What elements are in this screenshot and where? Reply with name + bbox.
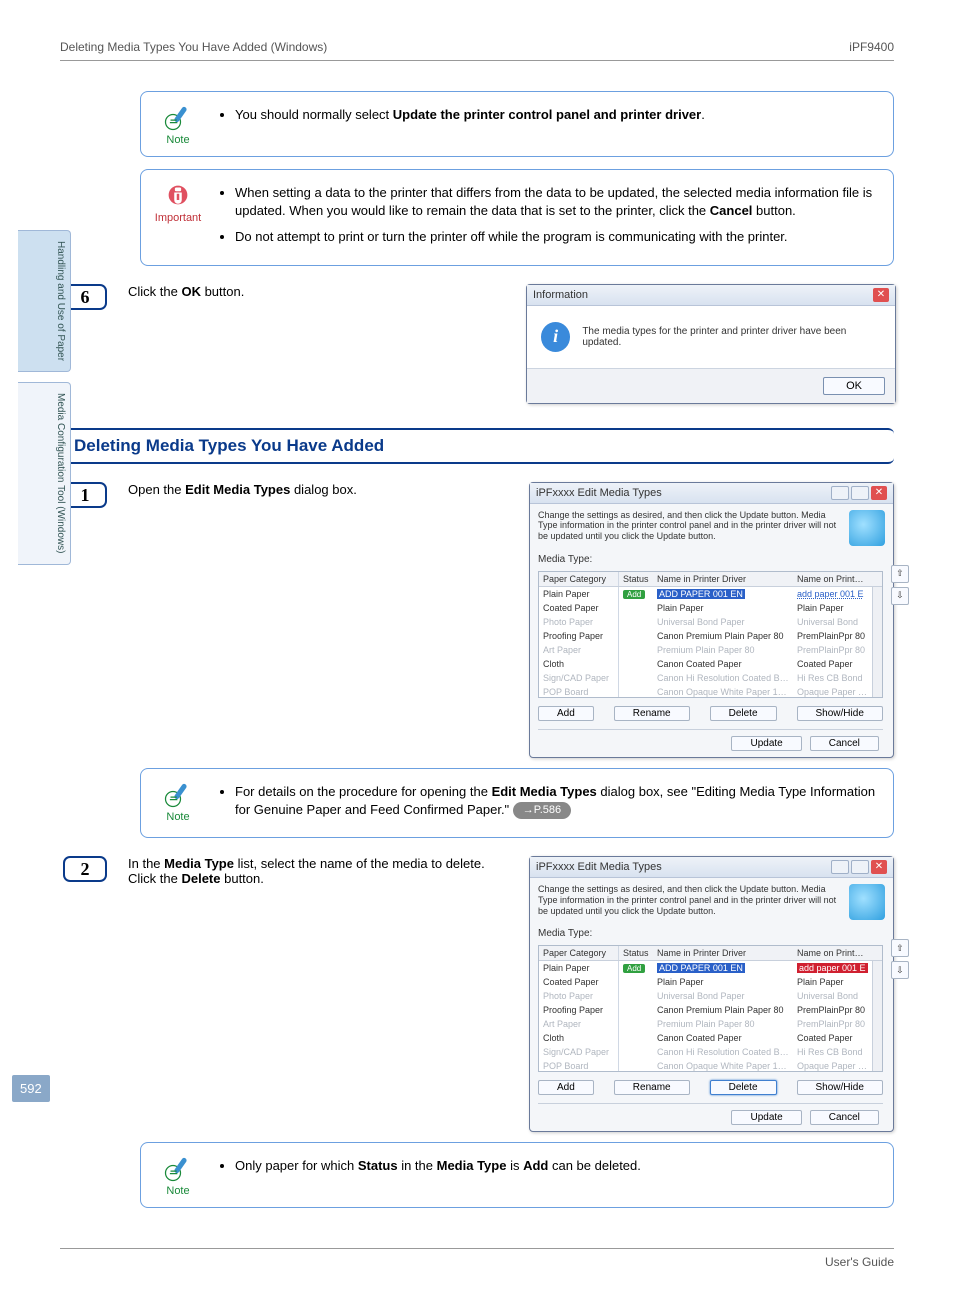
side-tab-handling[interactable]: Handling and Use of Paper (18, 230, 71, 372)
step-6-text: Click the OK button. (128, 284, 508, 299)
table-row[interactable]: Plain PaperAddADD PAPER 001 ENadd paper … (539, 961, 882, 975)
info-dialog-title: Information (533, 289, 588, 301)
note-icon (163, 779, 193, 809)
table-row[interactable]: Plain PaperAddADD PAPER 001 ENadd paper … (539, 587, 882, 601)
move-up-icon[interactable]: ⇧ (891, 565, 909, 583)
footer-guide: User's Guide (825, 1255, 894, 1269)
th-panel[interactable]: Name on Printer Control Panel (793, 946, 872, 960)
emt-title: iPFxxxx Edit Media Types (536, 861, 662, 873)
emt-logo-icon (849, 884, 885, 920)
table-row[interactable]: ClothCanon Coated PaperCoated Paper (539, 657, 882, 671)
th-status[interactable]: Status (619, 946, 653, 960)
important-item-1: When setting a data to the printer that … (235, 184, 879, 220)
emt-title: iPFxxxx Edit Media Types (536, 487, 662, 499)
th-panel[interactable]: Name on Printer Control Panel (793, 572, 872, 586)
rename-button[interactable]: Rename (614, 1080, 690, 1095)
th-category[interactable]: Paper Category (539, 572, 619, 586)
note-label: Note (166, 1185, 189, 1197)
note-callout-1: Note You should normally select Update t… (140, 91, 894, 157)
table-row[interactable]: Sign/CAD PaperCanon Hi Resolution Coated… (539, 671, 882, 685)
step-2-badge: 2 (63, 856, 107, 882)
delete-button[interactable]: Delete (710, 1080, 777, 1095)
cancel-button[interactable]: Cancel (810, 1110, 879, 1125)
minimize-icon[interactable] (831, 860, 849, 874)
note-callout-3: Note For details on the procedure for op… (140, 768, 894, 838)
note-callout-4: Note Only paper for which Status in the … (140, 1142, 894, 1208)
table-row[interactable]: Proofing PaperCanon Premium Plain Paper … (539, 629, 882, 643)
emt-note: Change the settings as desired, and then… (538, 510, 843, 542)
scrollbar[interactable] (872, 961, 882, 1071)
move-down-icon[interactable]: ⇩ (891, 587, 909, 605)
minimize-icon[interactable] (831, 486, 849, 500)
update-button[interactable]: Update (731, 1110, 801, 1125)
edit-media-types-dialog-1: iPFxxxx Edit Media Types ✕ Change the se… (529, 482, 894, 758)
note-icon (163, 1153, 193, 1183)
info-dialog-msg: The media types for the printer and prin… (582, 326, 881, 348)
th-driver[interactable]: Name in Printer Driver (653, 572, 793, 586)
table-row[interactable]: Photo PaperUniversal Bond PaperUniversal… (539, 989, 882, 1003)
section-heading: Deleting Media Types You Have Added (60, 428, 894, 464)
th-category[interactable]: Paper Category (539, 946, 619, 960)
table-row[interactable]: Coated PaperPlain PaperPlain Paper (539, 601, 882, 615)
information-dialog: Information ✕ i The media types for the … (526, 284, 896, 404)
note4-text: Only paper for which Status in the Media… (235, 1157, 641, 1175)
table-row[interactable]: Proofing PaperCanon Premium Plain Paper … (539, 1003, 882, 1017)
add-button[interactable]: Add (538, 706, 594, 721)
model-label: iPF9400 (849, 40, 894, 54)
table-row[interactable]: Art PaperPremium Plain Paper 80PremPlain… (539, 1017, 882, 1031)
note-label: Note (166, 134, 189, 146)
note-icon (163, 102, 193, 132)
page-number: 592 (12, 1075, 50, 1102)
page-ref-link[interactable]: →P.586 (513, 802, 571, 819)
table-row[interactable]: Sign/CAD PaperCanon Hi Resolution Coated… (539, 1045, 882, 1059)
media-type-label: Media Type: (538, 928, 885, 939)
important-callout: Important When setting a data to the pri… (140, 169, 894, 266)
close-icon[interactable]: ✕ (871, 860, 887, 874)
delete-button[interactable]: Delete (710, 706, 777, 721)
close-icon[interactable]: ✕ (873, 288, 889, 302)
step-1-text: Open the Edit Media Types dialog box. (128, 482, 508, 497)
table-row[interactable]: ClothCanon Coated PaperCoated Paper (539, 1031, 882, 1045)
maximize-icon[interactable] (851, 486, 869, 500)
breadcrumb: Deleting Media Types You Have Added (Win… (60, 40, 327, 54)
table-row[interactable]: Photo PaperUniversal Bond PaperUniversal… (539, 615, 882, 629)
edit-media-types-dialog-2: iPFxxxx Edit Media Types ✕ Change the se… (529, 856, 894, 1132)
showhide-button[interactable]: Show/Hide (797, 706, 883, 721)
scrollbar[interactable] (872, 587, 882, 697)
emt-logo-icon (849, 510, 885, 546)
info-icon: i (541, 322, 570, 352)
important-item-2: Do not attempt to print or turn the prin… (235, 228, 879, 246)
ok-button[interactable]: OK (823, 377, 885, 395)
important-icon (163, 180, 193, 210)
move-down-icon[interactable]: ⇩ (891, 961, 909, 979)
th-status[interactable]: Status (619, 572, 653, 586)
move-up-icon[interactable]: ⇧ (891, 939, 909, 957)
rename-button[interactable]: Rename (614, 706, 690, 721)
update-button[interactable]: Update (731, 736, 801, 751)
table-row[interactable]: Art PaperPremium Plain Paper 80PremPlain… (539, 643, 882, 657)
table-row[interactable]: Coated PaperPlain PaperPlain Paper (539, 975, 882, 989)
note3-text: For details on the procedure for opening… (235, 783, 879, 819)
side-tabs: Handling and Use of Paper Media Configur… (18, 230, 71, 565)
side-tab-mct[interactable]: Media Configuration Tool (Windows) (18, 382, 71, 564)
maximize-icon[interactable] (851, 860, 869, 874)
add-button[interactable]: Add (538, 1080, 594, 1095)
th-driver[interactable]: Name in Printer Driver (653, 946, 793, 960)
note1-text: You should normally select Update the pr… (235, 106, 705, 124)
important-label: Important (155, 212, 201, 224)
step-2-text: In the Media Type list, select the name … (128, 856, 508, 886)
close-icon[interactable]: ✕ (871, 486, 887, 500)
media-type-label: Media Type: (538, 554, 885, 565)
note-label: Note (166, 811, 189, 823)
showhide-button[interactable]: Show/Hide (797, 1080, 883, 1095)
cancel-button[interactable]: Cancel (810, 736, 879, 751)
emt-note: Change the settings as desired, and then… (538, 884, 843, 916)
table-row[interactable]: POP BoardCanon Opaque White Paper 1…Opaq… (539, 685, 882, 697)
table-row[interactable]: POP BoardCanon Opaque White Paper 1…Opaq… (539, 1059, 882, 1071)
